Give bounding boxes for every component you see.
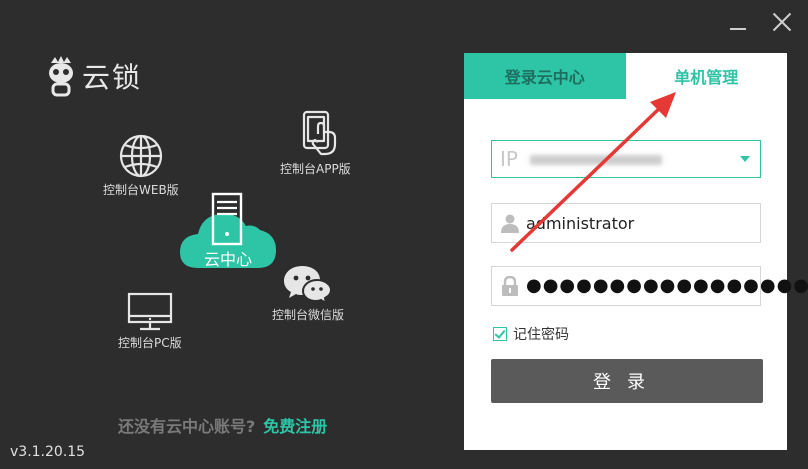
feature-label: 控制台WEB版 <box>103 183 179 197</box>
remember-checkbox[interactable] <box>493 327 507 341</box>
feature-label: 控制台微信版 <box>272 308 345 322</box>
feature-web-console[interactable]: 控制台WEB版 <box>103 133 179 198</box>
lock-mascot-icon <box>49 56 73 97</box>
remember-password[interactable]: 记住密码 <box>493 324 569 344</box>
ip-value-redacted <box>530 155 662 165</box>
login-panel: 登录云中心 单机管理 IP administrator ●●●●●●●●●●●●… <box>464 53 808 450</box>
wechat-icon <box>284 266 333 304</box>
feature-label: 云中心 <box>203 250 252 269</box>
app-window: 云锁 控制台WEB版 控制台APP版 云中心 控制台微信版 控制台PC版 还没有… <box>0 0 808 469</box>
ip-prefix: IP <box>500 147 518 171</box>
remember-label: 记住密码 <box>513 327 569 343</box>
password-mask: ●●●●●●●●●●●●●●●●●● <box>526 275 808 296</box>
feature-pc-console[interactable]: 控制台PC版 <box>118 292 182 351</box>
version-label: v3.1.20.15 <box>10 444 86 460</box>
chevron-down-icon[interactable] <box>740 156 750 162</box>
brand-name: 云锁 <box>82 61 143 94</box>
feature-label: 控制台APP版 <box>280 162 351 176</box>
lock-icon <box>502 276 518 296</box>
signup-link[interactable]: 免费注册 <box>263 417 327 436</box>
tab-local-management[interactable]: 单机管理 <box>625 53 787 99</box>
globe-icon <box>119 134 162 178</box>
user-icon <box>501 214 519 233</box>
close-button[interactable] <box>768 8 796 36</box>
password-field[interactable]: ●●●●●●●●●●●●●●●●●● <box>491 266 808 306</box>
tablet-touch-icon <box>303 110 337 156</box>
feature-cloud-center[interactable]: 云中心 <box>178 190 278 270</box>
username-field[interactable]: administrator <box>491 203 761 243</box>
username-value: administrator <box>526 214 635 233</box>
minimize-button[interactable] <box>724 8 752 36</box>
signup-prompt: 还没有云中心账号? 免费注册 <box>118 413 327 437</box>
feature-wechat-console[interactable]: 控制台微信版 <box>272 264 344 323</box>
signup-question: 还没有云中心账号? <box>118 417 256 436</box>
feature-app-console[interactable]: 控制台APP版 <box>280 110 351 177</box>
ip-select[interactable]: IP <box>491 140 761 178</box>
feature-label: 控制台PC版 <box>118 336 182 350</box>
tab-cloud-login[interactable]: 登录云中心 <box>464 53 626 99</box>
logo: 云锁 <box>44 54 142 98</box>
monitor-icon <box>127 292 172 331</box>
login-tabs: 登录云中心 单机管理 <box>464 53 787 99</box>
login-button[interactable]: 登录 <box>491 359 763 403</box>
